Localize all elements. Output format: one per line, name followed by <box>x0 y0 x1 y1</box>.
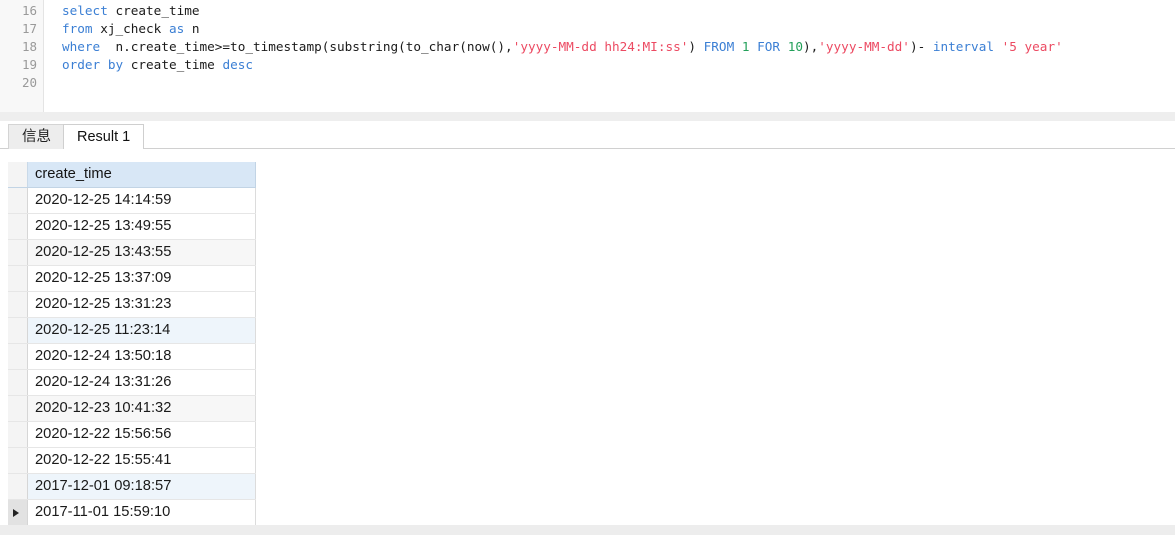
table-row[interactable]: 2020-12-25 13:31:23 <box>8 292 256 318</box>
cell-create-time[interactable]: 2020-12-24 13:50:18 <box>28 344 256 369</box>
header-gutter-cell <box>8 162 28 187</box>
triangle-right-icon <box>13 508 19 517</box>
code-token-kw: select <box>62 3 108 18</box>
cell-create-time[interactable]: 2020-12-23 10:41:32 <box>28 396 256 421</box>
result-data-grid[interactable]: create_time 2020-12-25 14:14:59 2020-12-2… <box>8 162 256 526</box>
cell-create-time[interactable]: 2017-12-01 09:18:57 <box>28 474 256 499</box>
code-token-kw: interval <box>932 39 994 54</box>
line-number: 20 <box>21 75 37 90</box>
grid-header-row: create_time <box>8 162 256 188</box>
line-number: 16 <box>21 3 37 18</box>
table-row[interactable]: 2020-12-25 14:14:59 <box>8 188 256 214</box>
row-selector-gutter[interactable] <box>8 396 28 421</box>
tab-result-1[interactable]: Result 1 <box>63 124 145 149</box>
cell-create-time[interactable]: 2020-12-24 13:31:26 <box>28 370 256 395</box>
row-selector-gutter[interactable] <box>8 266 28 291</box>
code-token-pln <box>994 39 1002 54</box>
bottom-status-strip <box>0 525 1175 535</box>
sql-code-area[interactable]: select create_time from xj_check as n wh… <box>45 0 1175 112</box>
row-selector-gutter[interactable] <box>8 370 28 395</box>
code-line-17[interactable]: from xj_check as n <box>62 20 200 38</box>
sql-editor[interactable]: 16 17 18 19 20 select create_time from x… <box>0 0 1175 112</box>
row-selector-gutter[interactable] <box>8 448 28 473</box>
tab-strip-underline <box>0 148 1175 149</box>
code-token-kw: FOR <box>757 39 781 54</box>
table-row[interactable]: 2020-12-25 13:49:55 <box>8 214 256 240</box>
row-selector-gutter[interactable] <box>8 344 28 369</box>
code-token-pln <box>750 39 758 54</box>
code-token-kw: as <box>168 21 185 36</box>
code-token-pln <box>780 39 788 54</box>
row-selector-gutter[interactable] <box>8 318 28 343</box>
cell-create-time[interactable]: 2020-12-22 15:55:41 <box>28 448 256 473</box>
table-row[interactable]: 2020-12-22 15:55:41 <box>8 448 256 474</box>
code-token-num: 10 <box>787 39 803 54</box>
cell-create-time[interactable]: 2017-11-01 15:59:10 <box>28 500 256 525</box>
code-token-pln: xj_check <box>92 21 169 36</box>
code-token-kw: order <box>62 57 101 72</box>
line-number: 17 <box>21 21 37 36</box>
cell-create-time[interactable]: 2020-12-25 14:14:59 <box>28 188 256 213</box>
editor-line-number-gutter: 16 17 18 19 20 <box>0 0 44 112</box>
table-row[interactable]: 2020-12-22 15:56:56 <box>8 422 256 448</box>
table-row[interactable]: 2020-12-25 13:43:55 <box>8 240 256 266</box>
code-token-pln: )- <box>909 39 933 54</box>
code-token-pln: create_time <box>107 3 200 18</box>
table-row[interactable]: 2020-12-24 13:50:18 <box>8 344 256 370</box>
table-row[interactable]: 2020-12-25 11:23:14 <box>8 318 256 344</box>
row-selector-gutter[interactable] <box>8 188 28 213</box>
code-line-18[interactable]: where n.create_time>=to_timestamp(substr… <box>62 38 1063 56</box>
line-number: 18 <box>21 39 37 54</box>
table-row[interactable]: 2017-11-01 15:59:10 <box>8 500 256 526</box>
row-selector-gutter[interactable] <box>8 474 28 499</box>
code-token-kw: FROM <box>703 39 735 54</box>
cell-create-time[interactable]: 2020-12-25 13:31:23 <box>28 292 256 317</box>
code-token-pln <box>734 39 742 54</box>
code-token-pln: create_time <box>123 57 223 72</box>
code-token-pln: n.create_time>=to_timestamp(substring(to… <box>100 39 513 54</box>
code-token-str: 'yyyy-MM-dd' <box>818 39 910 54</box>
line-number: 19 <box>21 57 37 72</box>
code-line-19[interactable]: order by create_time desc <box>62 56 253 74</box>
cell-create-time[interactable]: 2020-12-25 13:43:55 <box>28 240 256 265</box>
code-token-kw: desc <box>222 57 253 72</box>
code-token-kw: by <box>107 57 124 72</box>
table-row[interactable]: 2017-12-01 09:18:57 <box>8 474 256 500</box>
cell-create-time[interactable]: 2020-12-25 13:49:55 <box>28 214 256 239</box>
table-row[interactable]: 2020-12-25 13:37:09 <box>8 266 256 292</box>
cell-create-time[interactable]: 2020-12-22 15:56:56 <box>28 422 256 447</box>
result-pane: 信息 Result 1 create_time 2020-12-25 14:14… <box>0 121 1175 526</box>
code-token-pln <box>100 57 108 72</box>
row-selector-gutter[interactable] <box>8 500 28 525</box>
code-line-16[interactable]: select create_time <box>62 2 200 20</box>
row-selector-gutter[interactable] <box>8 422 28 447</box>
cell-create-time[interactable]: 2020-12-25 13:37:09 <box>28 266 256 291</box>
code-token-pln: n <box>184 21 200 36</box>
result-tab-strip: 信息 Result 1 <box>0 121 1175 149</box>
tab-info[interactable]: 信息 <box>8 124 65 149</box>
code-token-pln: ) <box>688 39 704 54</box>
code-token-str: 'yyyy-MM-dd hh24:MI:ss' <box>512 39 689 54</box>
column-header-create-time[interactable]: create_time <box>28 162 256 187</box>
row-selector-gutter[interactable] <box>8 240 28 265</box>
code-token-kw: where <box>62 39 101 54</box>
editor-result-splitter[interactable] <box>0 112 1175 121</box>
code-token-pln: ), <box>802 39 819 54</box>
code-token-num: 1 <box>741 39 750 54</box>
code-token-kw: from <box>62 21 93 36</box>
grid-body[interactable]: 2020-12-25 14:14:59 2020-12-25 13:49:55 20… <box>8 188 256 526</box>
code-token-str: '5 year' <box>1001 39 1063 54</box>
cell-create-time[interactable]: 2020-12-25 11:23:14 <box>28 318 256 343</box>
row-selector-gutter[interactable] <box>8 214 28 239</box>
table-row[interactable]: 2020-12-23 10:41:32 <box>8 396 256 422</box>
table-row[interactable]: 2020-12-24 13:31:26 <box>8 370 256 396</box>
row-selector-gutter[interactable] <box>8 292 28 317</box>
